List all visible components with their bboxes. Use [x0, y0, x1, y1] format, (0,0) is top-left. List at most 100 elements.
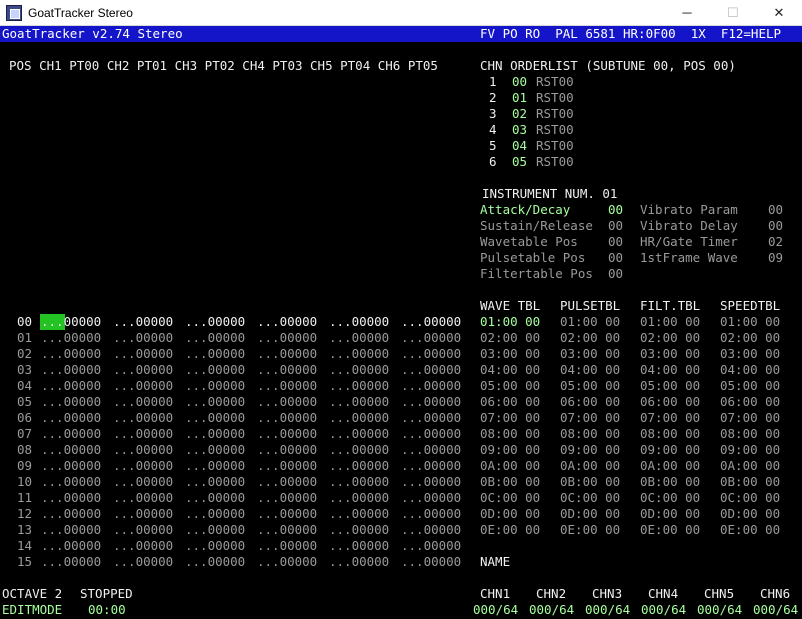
- pattern-cell[interactable]: ...00000: [329, 538, 389, 554]
- orderlist-position[interactable]: 04: [512, 138, 527, 154]
- pattern-cell[interactable]: ...00000: [329, 490, 389, 506]
- pattern-cell[interactable]: ...00000: [329, 426, 389, 442]
- pattern-cell[interactable]: ...00000: [257, 474, 317, 490]
- pattern-cell[interactable]: ...00000: [329, 314, 389, 330]
- orderlist-command[interactable]: RST00: [536, 154, 574, 170]
- table-cell[interactable]: 0D:00 00: [640, 506, 700, 522]
- minimize-button[interactable]: ─: [664, 0, 710, 26]
- pattern-cell[interactable]: ...00000: [185, 314, 245, 330]
- pattern-cell[interactable]: ...00000: [329, 506, 389, 522]
- table-cell[interactable]: 03:00 00: [720, 346, 780, 362]
- table-cell[interactable]: 02:00 00: [480, 330, 540, 346]
- pattern-cell[interactable]: ...00000: [329, 330, 389, 346]
- table-cell[interactable]: 0A:00 00: [480, 458, 540, 474]
- table-cell[interactable]: 0D:00 00: [480, 506, 540, 522]
- pattern-cell[interactable]: ...00000: [41, 410, 101, 426]
- pattern-cell[interactable]: ...00000: [41, 394, 101, 410]
- table-cell[interactable]: 08:00 00: [480, 426, 540, 442]
- table-cell[interactable]: 0B:00 00: [560, 474, 620, 490]
- pattern-cell[interactable]: ...00000: [329, 378, 389, 394]
- pattern-cell[interactable]: ...00000: [113, 346, 173, 362]
- table-cell[interactable]: 05:00 00: [720, 378, 780, 394]
- pattern-cell[interactable]: ...00000: [401, 346, 461, 362]
- table-cell[interactable]: 07:00 00: [640, 410, 700, 426]
- pattern-cell[interactable]: ...00000: [401, 538, 461, 554]
- pattern-cell[interactable]: ...00000: [185, 394, 245, 410]
- pattern-cell[interactable]: ...00000: [401, 458, 461, 474]
- pattern-cell[interactable]: ...00000: [257, 522, 317, 538]
- orderlist-command[interactable]: RST00: [536, 74, 574, 90]
- pattern-cell[interactable]: ...00000: [41, 314, 101, 330]
- pattern-cell[interactable]: ...00000: [113, 378, 173, 394]
- pattern-cell[interactable]: ...00000: [257, 314, 317, 330]
- pattern-cell[interactable]: ...00000: [113, 314, 173, 330]
- table-cell[interactable]: 01:00 00: [720, 314, 780, 330]
- table-cell[interactable]: 0B:00 00: [480, 474, 540, 490]
- table-cell[interactable]: 06:00 00: [640, 394, 700, 410]
- table-cell[interactable]: 05:00 00: [640, 378, 700, 394]
- table-cell[interactable]: 06:00 00: [720, 394, 780, 410]
- pattern-cell[interactable]: ...00000: [113, 330, 173, 346]
- orderlist-position[interactable]: 02: [512, 106, 527, 122]
- pattern-cell[interactable]: ...00000: [41, 426, 101, 442]
- table-cell[interactable]: 04:00 00: [640, 362, 700, 378]
- pattern-cell[interactable]: ...00000: [41, 490, 101, 506]
- pattern-cell[interactable]: ...00000: [113, 522, 173, 538]
- pattern-cell[interactable]: ...00000: [185, 378, 245, 394]
- pattern-cell[interactable]: ...00000: [113, 506, 173, 522]
- table-cell[interactable]: 03:00 00: [560, 346, 620, 362]
- pattern-cell[interactable]: ...00000: [185, 362, 245, 378]
- table-cell[interactable]: 03:00 00: [640, 346, 700, 362]
- table-cell[interactable]: 0E:00 00: [560, 522, 620, 538]
- pattern-cell[interactable]: ...00000: [257, 458, 317, 474]
- table-cell[interactable]: 01:00 00: [640, 314, 700, 330]
- table-cell[interactable]: 05:00 00: [480, 378, 540, 394]
- table-cell[interactable]: 01:00 00: [480, 314, 540, 330]
- pattern-cell[interactable]: ...00000: [257, 490, 317, 506]
- instrument-param-value[interactable]: 00: [608, 202, 623, 218]
- pattern-cell[interactable]: ...00000: [401, 330, 461, 346]
- orderlist-command[interactable]: RST00: [536, 90, 574, 106]
- orderlist-position[interactable]: 03: [512, 122, 527, 138]
- table-cell[interactable]: 04:00 00: [480, 362, 540, 378]
- table-cell[interactable]: 09:00 00: [640, 442, 700, 458]
- pattern-cell[interactable]: ...00000: [113, 474, 173, 490]
- orderlist-command[interactable]: RST00: [536, 138, 574, 154]
- pattern-cell[interactable]: ...00000: [329, 522, 389, 538]
- window-titlebar[interactable]: GoatTracker Stereo ─ ☐ ✕: [0, 0, 802, 26]
- table-cell[interactable]: 08:00 00: [560, 426, 620, 442]
- instrument-param-value[interactable]: 00: [608, 266, 623, 282]
- orderlist-command[interactable]: RST00: [536, 122, 574, 138]
- pattern-cell[interactable]: ...00000: [41, 522, 101, 538]
- table-cell[interactable]: 0A:00 00: [720, 458, 780, 474]
- table-cell[interactable]: 0D:00 00: [560, 506, 620, 522]
- pattern-cell[interactable]: ...00000: [185, 506, 245, 522]
- pattern-cell[interactable]: ...00000: [401, 522, 461, 538]
- pattern-cell[interactable]: ...00000: [257, 346, 317, 362]
- pattern-cell[interactable]: ...00000: [113, 410, 173, 426]
- instrument-param-value[interactable]: 00: [768, 202, 783, 218]
- pattern-cell[interactable]: ...00000: [185, 426, 245, 442]
- table-cell[interactable]: 08:00 00: [720, 426, 780, 442]
- table-cell[interactable]: 09:00 00: [480, 442, 540, 458]
- table-cell[interactable]: 04:00 00: [560, 362, 620, 378]
- table-cell[interactable]: 0C:00 00: [560, 490, 620, 506]
- pattern-cell[interactable]: ...00000: [185, 538, 245, 554]
- pattern-cell[interactable]: ...00000: [257, 426, 317, 442]
- pattern-cell[interactable]: ...00000: [257, 506, 317, 522]
- table-cell[interactable]: 09:00 00: [560, 442, 620, 458]
- pattern-cell[interactable]: ...00000: [329, 554, 389, 570]
- orderlist-command[interactable]: RST00: [536, 106, 574, 122]
- instrument-param-value[interactable]: 00: [768, 218, 783, 234]
- pattern-cell[interactable]: ...00000: [257, 330, 317, 346]
- pattern-cell[interactable]: ...00000: [257, 378, 317, 394]
- table-cell[interactable]: 06:00 00: [560, 394, 620, 410]
- pattern-cell[interactable]: ...00000: [185, 442, 245, 458]
- table-cell[interactable]: 03:00 00: [480, 346, 540, 362]
- table-cell[interactable]: 01:00 00: [560, 314, 620, 330]
- pattern-cell[interactable]: ...00000: [401, 554, 461, 570]
- pattern-cell[interactable]: ...00000: [185, 522, 245, 538]
- pattern-cell[interactable]: ...00000: [113, 426, 173, 442]
- table-cell[interactable]: 0B:00 00: [640, 474, 700, 490]
- pattern-cell[interactable]: ...00000: [329, 458, 389, 474]
